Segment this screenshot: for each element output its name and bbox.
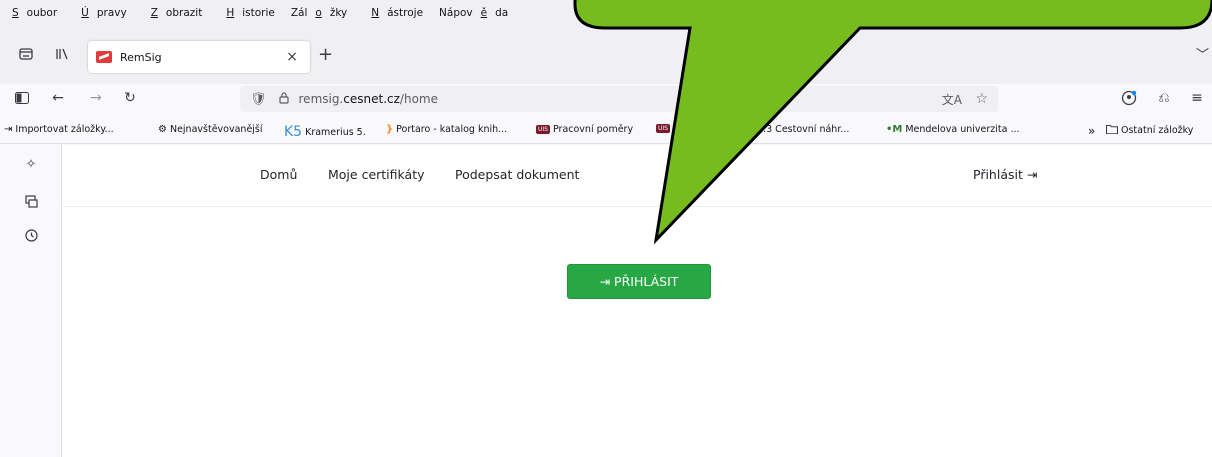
menu-history[interactable]: Historie (218, 7, 283, 19)
tracking-shield-icon[interactable]: 🛡︎ (250, 92, 267, 107)
bookmark-kramerius[interactable]: K5 Kramerius 5. (284, 124, 366, 140)
bookmark-portaro[interactable]: } Portaro - katalog knih... (386, 124, 507, 135)
ai-chatbot-icon[interactable]: ✧ (22, 155, 40, 173)
bookmark-mendelova[interactable]: •M Mendelova univerzita ... (886, 124, 1020, 135)
list-tabs-icon[interactable]: ﹀ (1196, 44, 1209, 63)
mendelu-icon: •M (886, 124, 903, 135)
library-icon[interactable] (52, 44, 72, 64)
bookmarks-overflow-icon[interactable]: » (1088, 124, 1095, 138)
menu-view[interactable]: Zobrazit (143, 7, 211, 19)
web-page: Domů Moje certifikáty Podepsat dokument … (63, 145, 1212, 457)
bookmark-import[interactable]: ⇥ Importovat záložky... (4, 124, 114, 135)
menu-file[interactable]: Soubor (4, 7, 65, 19)
sidebar-toggle-icon[interactable] (12, 88, 32, 108)
translate-icon[interactable]: 文A (942, 91, 962, 108)
gear-icon: ⚙ (158, 124, 167, 135)
reload-icon[interactable]: ↻ (122, 88, 138, 108)
synced-tabs-icon[interactable] (22, 192, 40, 210)
tab-remsig[interactable]: RemSig × (88, 41, 310, 73)
menu-tools[interactable]: Nástroje (363, 7, 431, 19)
header-login-link[interactable]: Přihlásit ⇥ (973, 167, 1037, 182)
bookmark-uis-2[interactable]: UIS (656, 124, 673, 133)
menu-help[interactable]: Nápov ě da (439, 7, 516, 19)
bookmark-most-visited[interactable]: ⚙ Nejnavštěvovanější (158, 124, 263, 135)
import-icon: ⇥ (4, 124, 13, 135)
bookmark-pracovni-pomery[interactable]: UIS Pracovní poměry (536, 124, 633, 135)
new-tab-button[interactable]: + (318, 44, 333, 65)
portaro-icon: } (386, 124, 394, 135)
nav-home[interactable]: Domů (260, 167, 297, 182)
url-text[interactable]: remsig.cesnet.cz/home (299, 92, 438, 106)
history-clock-icon[interactable] (22, 226, 40, 244)
menu-bookmarks[interactable]: Zál o žky (291, 7, 355, 19)
browser-sidebar (0, 144, 62, 457)
firefox-view-icon[interactable] (16, 44, 36, 64)
menu-bar: Soubor Úpravy Zobrazit Historie Zál o žky … (0, 0, 1212, 26)
bookmark-star-icon[interactable]: ☆ (975, 91, 988, 107)
nav-my-certificates[interactable]: Moje certifikáty (328, 167, 425, 182)
hamburger-menu-icon[interactable]: ≡ (1188, 88, 1206, 108)
login-icon: ⇥ (599, 274, 611, 289)
tab-title: RemSig (120, 50, 162, 64)
nav-sign-document[interactable]: Podepsat dokument (455, 167, 579, 182)
login-icon: ⇥ (1026, 167, 1038, 182)
other-bookmarks[interactable]: Ostatní záložky (1106, 124, 1193, 137)
uis-icon: UIS (656, 124, 670, 133)
remsig-favicon (96, 51, 112, 63)
login-button[interactable]: ⇥ PŘIHLÁSIT (567, 264, 711, 299)
url-bar[interactable]: 🛡︎ remsig.cesnet.cz/home 文A ☆ (240, 86, 998, 112)
extensions-icon[interactable]: ⎌ (1155, 88, 1173, 108)
site-header: Domů Moje certifikáty Podepsat dokument … (63, 145, 1212, 207)
menu-edit[interactable]: Úpravy (73, 7, 135, 19)
forward-arrow-icon[interactable]: → (88, 88, 104, 108)
folder-icon (1106, 124, 1118, 137)
bookmark-cestovni-nahrady[interactable]: ...2.3 Cestovní náhr... (748, 124, 849, 135)
tab-close-icon[interactable]: × (286, 49, 298, 65)
back-arrow-icon[interactable]: ← (50, 88, 66, 108)
lock-icon[interactable] (278, 91, 289, 107)
uis-icon: UIS (536, 125, 550, 134)
account-icon[interactable] (1120, 88, 1138, 108)
kramerius-icon: K5 (284, 124, 303, 140)
